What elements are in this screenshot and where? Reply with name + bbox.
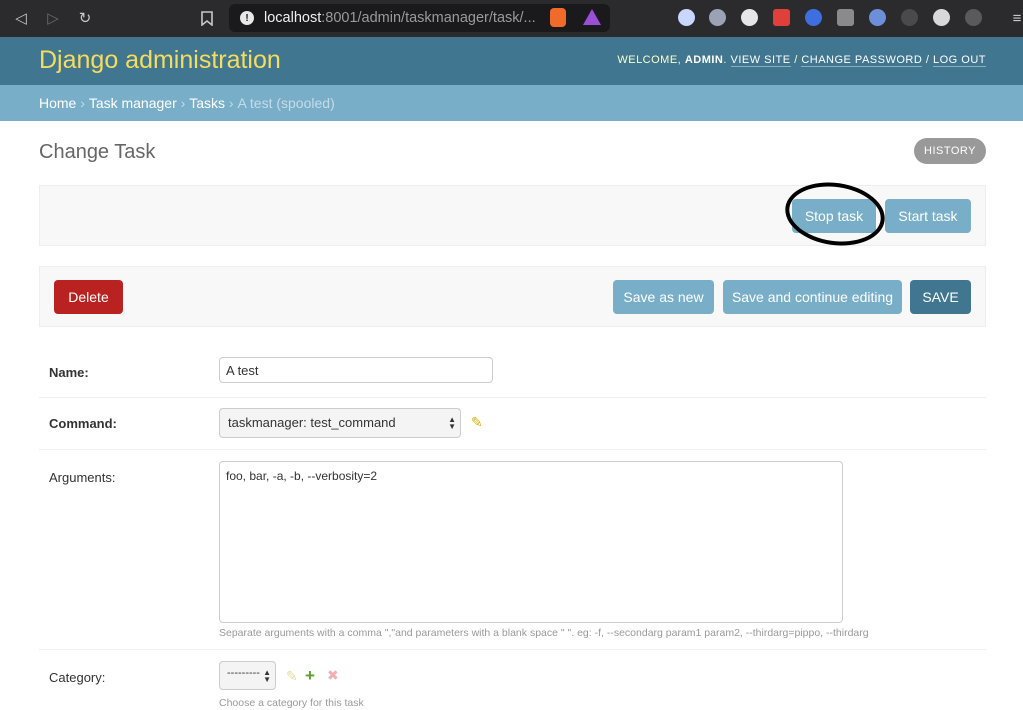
view-site-link[interactable]: View site bbox=[730, 54, 791, 67]
extension-dark-icon[interactable] bbox=[965, 9, 982, 26]
reload-icon[interactable]: ↻ bbox=[76, 9, 94, 27]
extension-red-icon[interactable] bbox=[773, 9, 790, 26]
delete-x-icon[interactable]: ✖ bbox=[327, 667, 339, 684]
url-path: :8001/admin/taskmanager/task/... bbox=[321, 10, 536, 26]
history-button[interactable]: History bbox=[914, 138, 986, 164]
category-select[interactable]: --------- ▲ ▼ bbox=[219, 661, 276, 690]
arguments-value: foo, bar, -a, -b, --verbosity=2 bbox=[226, 469, 378, 483]
form-row-arguments: Arguments: foo, bar, -a, -b, --verbosity… bbox=[39, 450, 986, 650]
category-selected-value: --------- bbox=[227, 667, 260, 679]
pocket-icon[interactable] bbox=[709, 9, 726, 26]
breadcrumb-separator: › bbox=[80, 95, 85, 111]
extension-shield-icon[interactable] bbox=[678, 9, 695, 26]
add-plus-icon[interactable]: + bbox=[305, 666, 315, 686]
admin-header: Django administration Welcome, admin. Vi… bbox=[0, 37, 1023, 85]
brave-shield-icon[interactable] bbox=[550, 8, 566, 27]
command-select[interactable]: taskmanager: test_command ▲ ▼ bbox=[219, 408, 461, 438]
username: admin bbox=[684, 54, 724, 66]
forward-icon[interactable]: ▷ bbox=[44, 9, 62, 27]
submit-row: Delete Save as new Save and continue edi… bbox=[39, 266, 986, 327]
select-arrows-icon: ▲ ▼ bbox=[448, 415, 456, 431]
onepassword-icon[interactable] bbox=[805, 9, 822, 26]
form-row-command: Command: taskmanager: test_command ▲ ▼ ✎ bbox=[39, 398, 986, 450]
url-host: localhost bbox=[264, 10, 322, 26]
extension-check-icon[interactable] bbox=[741, 9, 758, 26]
extension-blue-icon[interactable] bbox=[869, 9, 886, 26]
command-selected-value: taskmanager: test_command bbox=[228, 415, 396, 430]
stop-task-button[interactable]: Stop task bbox=[792, 199, 876, 233]
arguments-textarea[interactable]: foo, bar, -a, -b, --verbosity=2 bbox=[219, 461, 843, 623]
name-input[interactable] bbox=[219, 357, 493, 383]
breadcrumb: Home › Task manager › Tasks › A test (sp… bbox=[0, 85, 1023, 121]
separator: / bbox=[794, 54, 798, 66]
breadcrumb-current: A test (spooled) bbox=[237, 95, 335, 111]
form-row-category: Category: --------- ▲ ▼ ✎ + ✖ Choose a ca… bbox=[39, 650, 986, 710]
browser-toolbar: ◁ ▷ ↻ ! localhost:8001/admin/taskmanager… bbox=[0, 0, 1023, 37]
breadcrumb-model[interactable]: Tasks bbox=[189, 95, 225, 111]
select-arrows-icon: ▲ ▼ bbox=[263, 667, 271, 684]
site-name[interactable]: Django administration bbox=[39, 46, 281, 75]
user-tools: Welcome, admin. View site / Change passw… bbox=[617, 54, 986, 67]
start-task-button[interactable]: Start task bbox=[885, 199, 971, 233]
breadcrumb-home[interactable]: Home bbox=[39, 95, 76, 111]
change-password-link[interactable]: Change password bbox=[801, 54, 923, 67]
arguments-label: Arguments: bbox=[49, 470, 116, 485]
breadcrumb-app[interactable]: Task manager bbox=[89, 95, 177, 111]
save-button[interactable]: SAVE bbox=[910, 280, 971, 314]
brave-rewards-icon[interactable] bbox=[583, 9, 601, 25]
extension-dots-icon[interactable] bbox=[933, 9, 950, 26]
arguments-help: Separate arguments with a comma ","and p… bbox=[219, 627, 869, 639]
delete-button[interactable]: Delete bbox=[54, 280, 123, 314]
category-label: Category: bbox=[49, 670, 106, 685]
extension-info-icon[interactable] bbox=[901, 9, 918, 26]
breadcrumb-separator: › bbox=[180, 95, 186, 111]
extension-stack-icon[interactable] bbox=[837, 9, 854, 26]
back-icon[interactable]: ◁ bbox=[12, 9, 30, 27]
command-label: Command: bbox=[49, 416, 117, 431]
form-row-name: Name: bbox=[39, 343, 986, 398]
menu-icon[interactable]: ≡ bbox=[1008, 9, 1023, 27]
edit-pencil-icon[interactable]: ✎ bbox=[471, 414, 483, 431]
save-as-new-button[interactable]: Save as new bbox=[613, 280, 714, 314]
page-title: Change Task bbox=[39, 141, 156, 163]
separator: / bbox=[925, 54, 930, 66]
object-tools: Stop task Start task bbox=[39, 185, 986, 246]
bookmark-icon[interactable] bbox=[198, 9, 216, 27]
site-info-icon[interactable]: ! bbox=[240, 11, 254, 25]
save-continue-button[interactable]: Save and continue editing bbox=[723, 280, 902, 314]
category-help: Choose a category for this task bbox=[219, 697, 364, 709]
breadcrumb-separator: › bbox=[228, 95, 234, 111]
log-out-link[interactable]: Log out bbox=[932, 54, 986, 67]
edit-pencil-icon[interactable]: ✎ bbox=[286, 668, 298, 685]
welcome-text: Welcome, bbox=[617, 54, 682, 66]
name-label: Name: bbox=[49, 365, 89, 380]
